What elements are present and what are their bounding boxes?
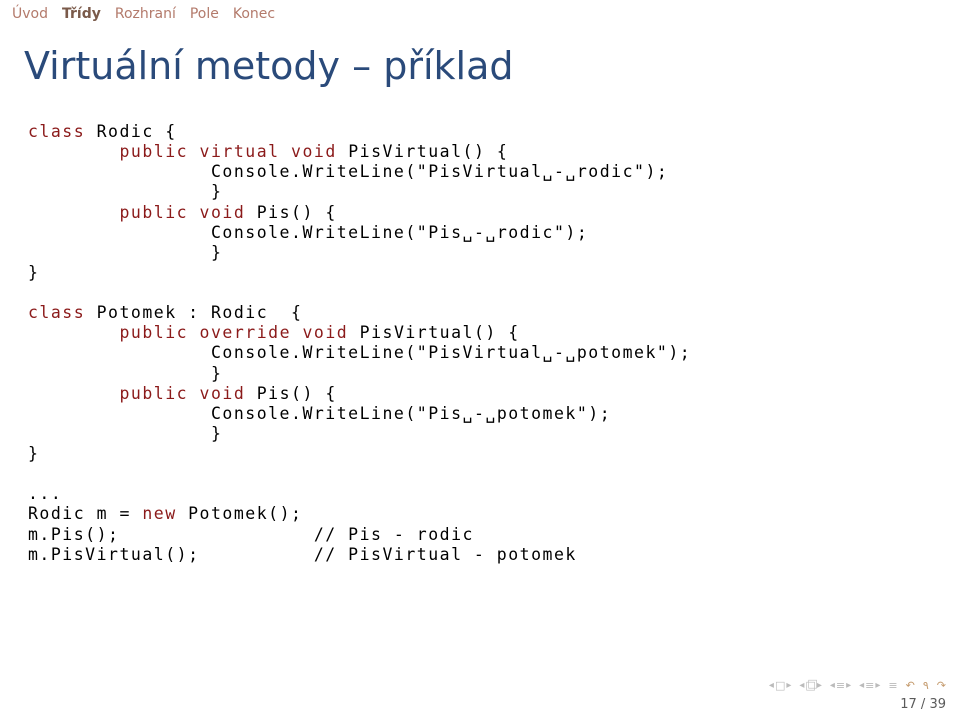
nav-konec[interactable]: Konec xyxy=(233,6,275,22)
nav-pole[interactable]: Pole xyxy=(190,6,219,22)
page-title: Virtuální metody – příklad xyxy=(0,26,960,108)
nav-forward-icon[interactable]: ↷ xyxy=(937,679,946,692)
nav-back-icon[interactable]: ↶ xyxy=(906,679,915,692)
nav-slide-icon[interactable]: ≡ xyxy=(888,679,897,692)
page-number: 17 / 39 xyxy=(900,697,946,712)
nav-rozhrani[interactable]: Rozhraní xyxy=(115,6,176,22)
nav-subsection-icon[interactable]: ◂ ≡ ▸ xyxy=(859,679,880,692)
nav-search-icon[interactable]: ۹ xyxy=(923,679,929,692)
nav-uvod[interactable]: Úvod xyxy=(12,6,48,22)
nav-tridy[interactable]: Třídy xyxy=(62,6,101,22)
code-listing: class Rodic { public virtual void PisVir… xyxy=(0,108,960,579)
nav-first-icon[interactable]: ◂ □ ▸ xyxy=(769,679,791,692)
top-nav: Úvod Třídy Rozhraní Pole Konec xyxy=(0,0,960,26)
nav-section-icon[interactable]: ◂ ≡ ▸ xyxy=(830,679,851,692)
beamer-nav: ◂ □ ▸ ◂ □□ ▸ ◂ ≡ ▸ ◂ ≡ ▸ ≡ ↶ ۹ ↷ xyxy=(769,679,946,692)
nav-prev-icon[interactable]: ◂ □□ ▸ xyxy=(799,679,821,692)
